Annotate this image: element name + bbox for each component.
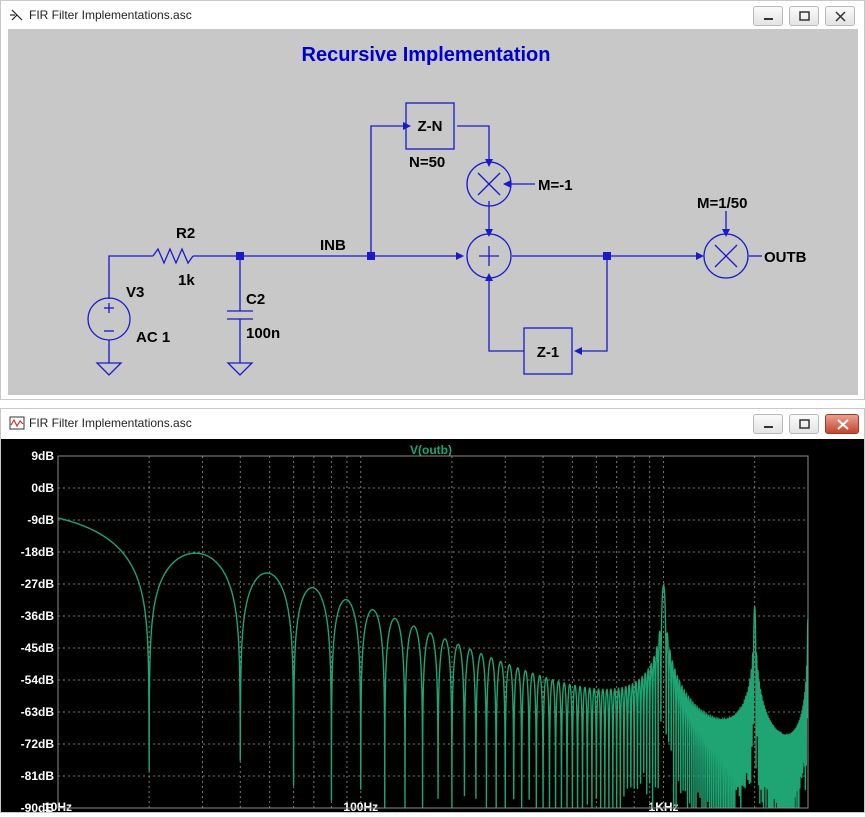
mult2-param: M=1/50 bbox=[697, 195, 747, 212]
v3-name: V3 bbox=[126, 284, 144, 301]
schematic-window-title: FIR Filter Implementations.asc bbox=[29, 8, 192, 22]
schematic-window: FIR Filter Implementations.asc Recursive… bbox=[0, 0, 865, 400]
waveform-app-icon bbox=[9, 416, 25, 430]
plot-window: FIR Filter Implementations.asc V(outb) 9… bbox=[0, 408, 865, 815]
maximize-icon bbox=[799, 419, 810, 429]
y-tick-label: 9dB bbox=[31, 449, 54, 463]
arrowheads bbox=[403, 122, 730, 355]
y-tick-label: -27dB bbox=[21, 577, 55, 591]
x-axis-tick-labels: 10Hz 100Hz 1KHz bbox=[44, 800, 679, 814]
zn-block-label: Z-N bbox=[418, 118, 443, 135]
close-icon bbox=[835, 11, 846, 22]
trace-v-outb bbox=[57, 517, 809, 809]
mult1-param: M=-1 bbox=[538, 177, 573, 194]
y-tick-label: -72dB bbox=[21, 737, 55, 751]
schematic-titlebar[interactable]: FIR Filter Implementations.asc bbox=[1, 1, 864, 29]
close-icon bbox=[837, 419, 849, 430]
v3-value: AC 1 bbox=[136, 329, 170, 346]
maximize-button[interactable] bbox=[789, 414, 819, 434]
plot-panel[interactable]: V(outb) 9dB 0dB -9dB -18dB -27dB -36dB -45dB -5… bbox=[1, 439, 864, 815]
component-labels: R2 1k C2 100n V3 AC 1 INB Z-N N=50 M=-1 … bbox=[126, 118, 807, 361]
c2-name: C2 bbox=[246, 291, 265, 308]
schematic-app-icon bbox=[10, 9, 23, 21]
y-tick-label: -45dB bbox=[21, 641, 55, 655]
y-tick-label: -63dB bbox=[21, 705, 55, 719]
trace-title[interactable]: V(outb) bbox=[410, 443, 452, 457]
y-axis-tick-labels: 9dB 0dB -9dB -18dB -27dB -36dB -45dB -54dB -63dB… bbox=[21, 449, 55, 815]
zn-param: N=50 bbox=[409, 154, 445, 171]
ground-symbols bbox=[95, 362, 254, 376]
minimize-button[interactable] bbox=[753, 6, 783, 26]
y-tick-label: -54dB bbox=[21, 673, 55, 687]
y-tick-label: -81dB bbox=[21, 769, 55, 783]
v3-voltage-source[interactable] bbox=[87, 297, 131, 341]
z1-block-label: Z-1 bbox=[537, 344, 560, 361]
minimize-button[interactable] bbox=[753, 414, 783, 434]
minimize-icon bbox=[764, 18, 773, 20]
r2-resistor bbox=[152, 247, 194, 265]
minimize-icon bbox=[764, 426, 773, 428]
schematic-canvas[interactable]: Recursive Implementation R2 1k C2 100n V… bbox=[8, 29, 858, 395]
maximize-icon bbox=[799, 11, 810, 21]
y-tick-label: 0dB bbox=[31, 481, 54, 495]
x-tick-label: 100Hz bbox=[343, 800, 378, 812]
schematic-heading: Recursive Implementation bbox=[302, 44, 551, 66]
y-tick-label: -36dB bbox=[21, 609, 55, 623]
schematic-drawing: Recursive Implementation R2 1k C2 100n V… bbox=[87, 44, 807, 376]
y-tick-label: -18dB bbox=[21, 545, 55, 559]
inb-net-label: INB bbox=[320, 237, 346, 254]
maximize-button[interactable] bbox=[789, 6, 819, 26]
close-button[interactable] bbox=[825, 6, 855, 26]
y-tick-label: -9dB bbox=[27, 513, 54, 527]
r2-value: 1k bbox=[178, 272, 195, 289]
plot-window-title: FIR Filter Implementations.asc bbox=[29, 416, 192, 430]
c2-value: 100n bbox=[246, 325, 280, 342]
outb-net-label: OUTB bbox=[764, 249, 807, 266]
adder[interactable] bbox=[466, 233, 512, 279]
close-button[interactable] bbox=[825, 414, 859, 434]
bode-plot: V(outb) 9dB 0dB -9dB -18dB -27dB -36dB -45dB -5… bbox=[21, 443, 809, 815]
r2-name: R2 bbox=[176, 225, 195, 242]
multiplier-output[interactable] bbox=[703, 233, 749, 279]
plot-titlebar[interactable]: FIR Filter Implementations.asc bbox=[1, 409, 864, 437]
